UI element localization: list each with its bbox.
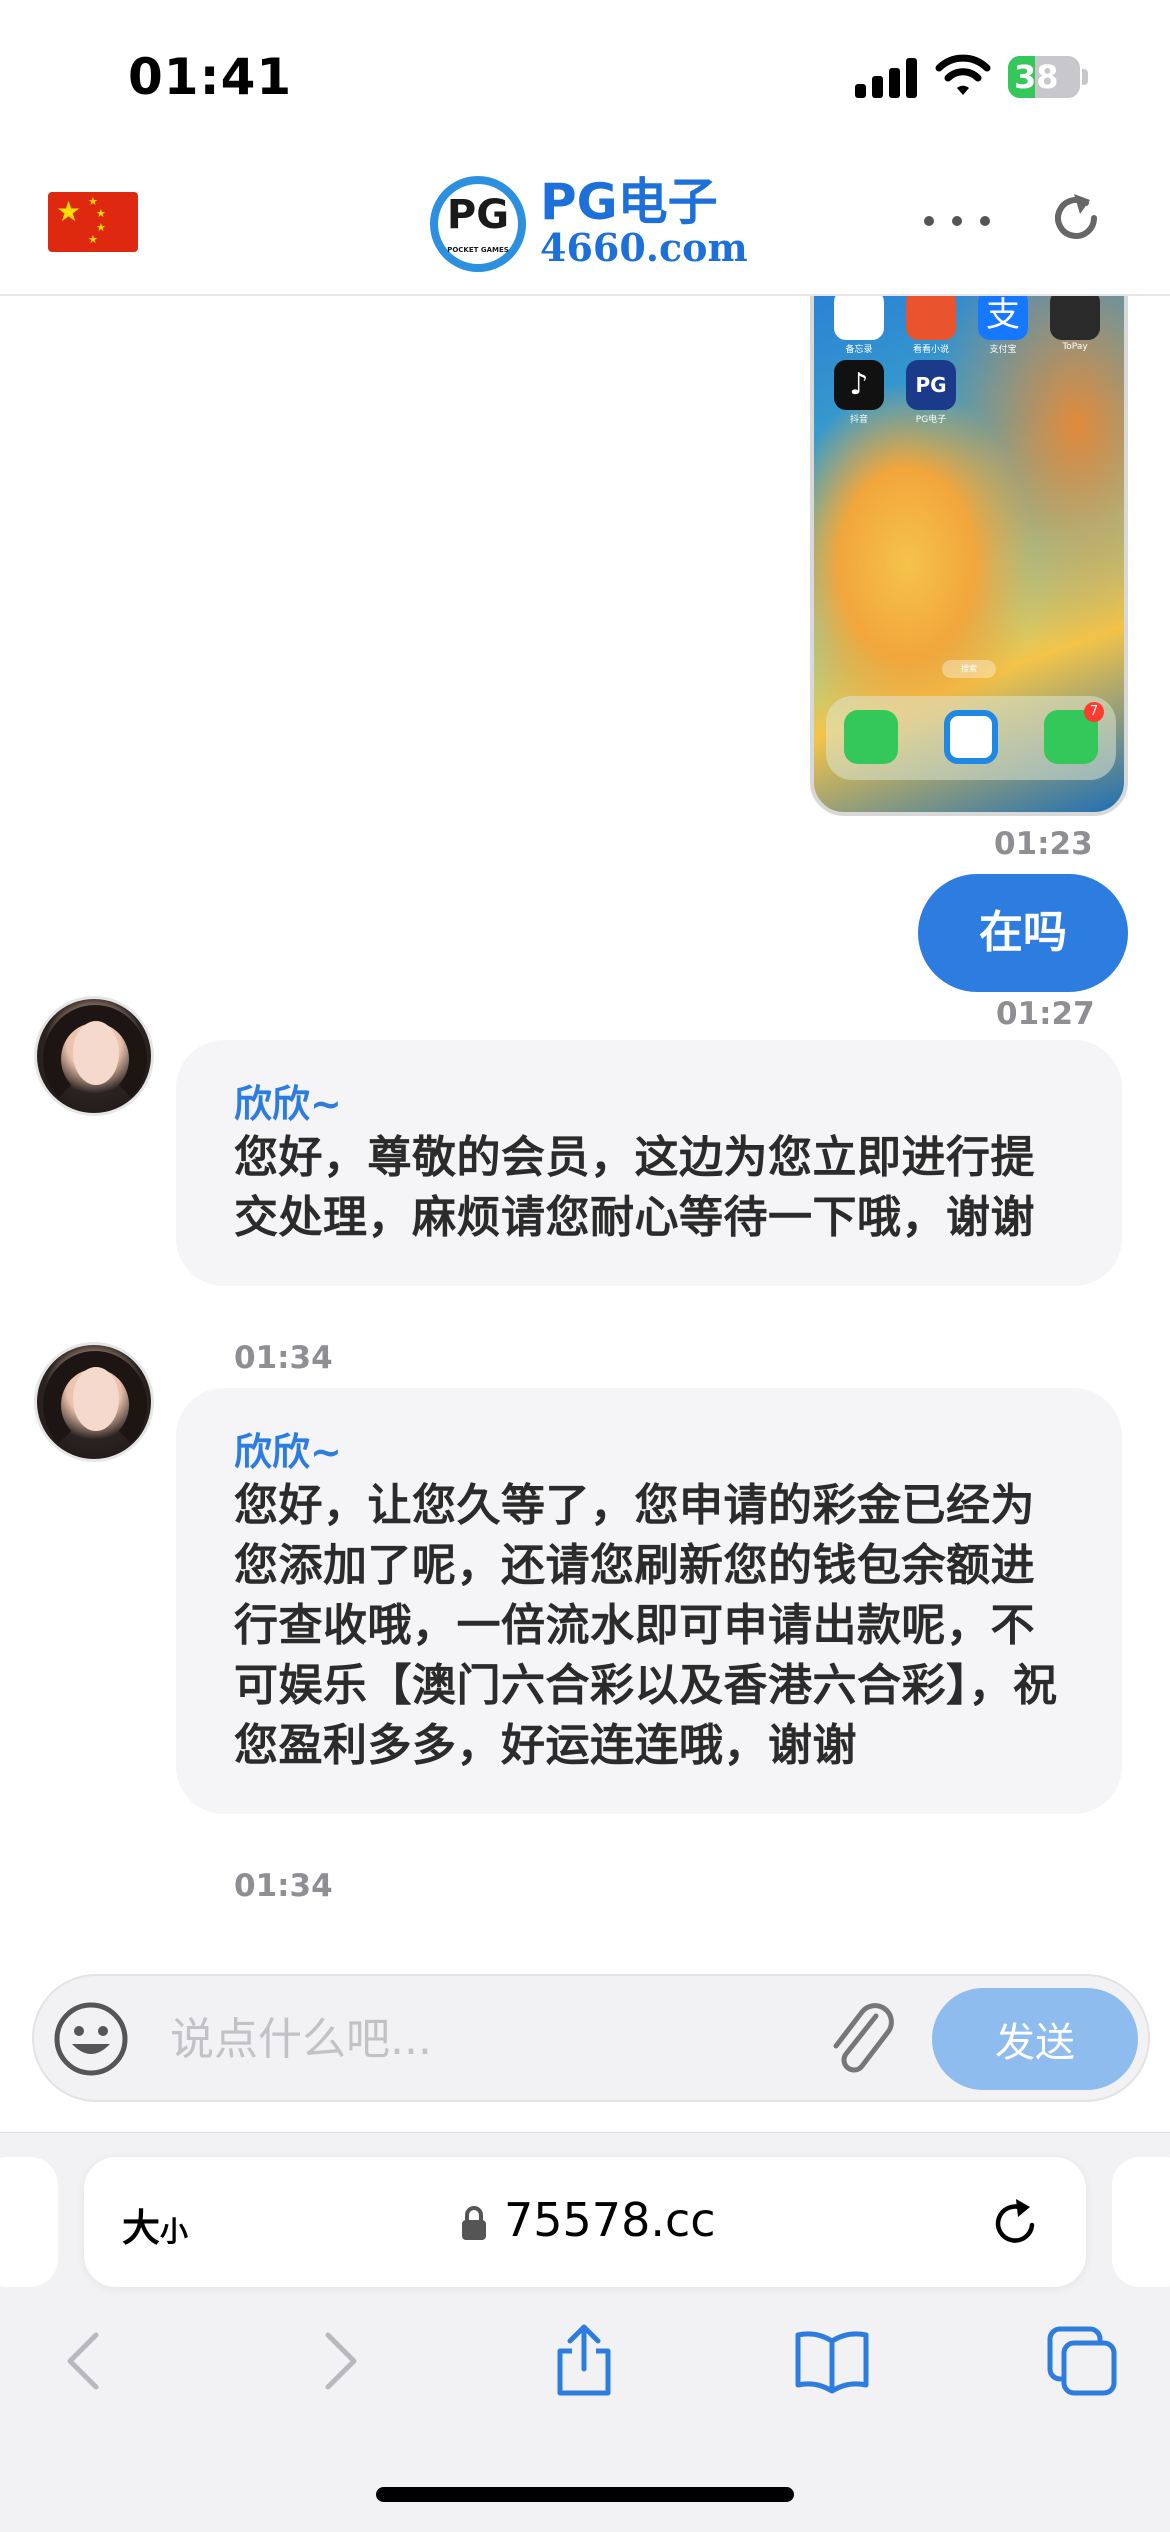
china-flag-icon[interactable]: ★ ★ ★ ★ ★ [48,192,138,252]
message-time: 01:34 [234,1340,333,1376]
cellular-signal-icon [855,58,917,98]
message-time: 01:23 [994,826,1093,862]
incoming-message-bubble[interactable]: 欣欣~ 您好，尊敬的会员，这边为您立即进行提交处理，麻烦请您耐心等待一下哦，谢谢 [176,1040,1122,1286]
page-settings-button[interactable]: 大小 [122,2197,188,2252]
dock: 7 [826,696,1116,780]
app-label-notes: 备忘录 [845,345,873,355]
send-button[interactable]: 发送 [932,1988,1138,2090]
status-time: 01:41 [128,48,293,106]
bookmarks-icon[interactable] [794,2323,870,2399]
agent-avatar[interactable] [34,1342,154,1462]
address-bar[interactable]: 大小 75578.cc [84,2157,1086,2287]
reload-icon[interactable] [988,2195,1044,2251]
message-time: 01:27 [996,996,1095,1032]
back-icon[interactable] [48,2323,124,2399]
aa-big: 大 [122,2206,161,2250]
battery-icon: 38 [1008,56,1088,98]
app-label-novel: 看看小说 [912,345,949,355]
status-bar: 01:41 38 [0,0,1170,150]
chat-messages[interactable]: 支 备忘录 看看小说 支付宝 ToPay ♪ PG 抖音 PG电子 搜索 7 0… [0,296,1170,1956]
app-label-topay: ToPay [1062,342,1088,352]
app-label-douyin: 抖音 [849,415,868,425]
share-icon[interactable] [546,2323,622,2399]
logo-badge-sub: POCKET GAMES [447,246,509,254]
refresh-icon[interactable] [1046,188,1106,248]
message-text: 您好，尊敬的会员，这边为您立即进行提交处理，麻烦请您耐心等待一下哦，谢谢 [234,1132,1035,1243]
sender-name: 欣欣~ [234,1430,342,1474]
emoji-icon[interactable] [52,2000,130,2078]
more-options-icon[interactable] [920,206,996,236]
aa-small: 小 [160,2215,189,2248]
logo-title: PG电子 [540,173,718,231]
home-search-pill: 搜索 [942,660,996,678]
app-label-pg: PG电子 [915,415,947,425]
home-indicator[interactable] [376,2487,794,2502]
incoming-message-bubble[interactable]: 欣欣~ 您好，让您久等了，您申请的彩金已经为您添加了呢，还请您刷新您的钱包余额进… [176,1388,1122,1814]
shared-screenshot-image[interactable]: 支 备忘录 看看小说 支付宝 ToPay ♪ PG 抖音 PG电子 搜索 7 [810,296,1128,816]
lock-icon [462,2206,486,2240]
previous-tab-peek[interactable] [0,2157,58,2287]
tabs-icon[interactable] [1044,2323,1120,2399]
message-time: 01:34 [234,1868,333,1904]
paperclip-icon[interactable] [822,1998,902,2080]
chat-header: ★ ★ ★ ★ ★ PG POCKET GAMES PG电子 4660.com [0,150,1170,296]
agent-avatar[interactable] [34,996,154,1116]
safari-bottom-bar: 大小 75578.cc [0,2132,1170,2532]
pg-logo-badge: PG POCKET GAMES [430,176,526,272]
pg-logo: PG POCKET GAMES PG电子 4660.com [430,172,748,272]
sender-name: 欣欣~ [234,1082,342,1126]
messages-badge: 7 [1084,702,1104,722]
message-text: 您好，让您久等了，您申请的彩金已经为您添加了呢，还请您刷新您的钱包余额进行查收哦… [234,1480,1058,1771]
next-tab-peek[interactable] [1112,2157,1170,2287]
logo-badge-text: PG [446,192,510,238]
forward-icon[interactable] [300,2323,376,2399]
message-input[interactable] [170,2002,810,2076]
message-composer: 发送 [32,1974,1150,2102]
outgoing-message-bubble[interactable]: 在吗 [918,874,1128,992]
url-text: 75578.cc [504,2193,716,2247]
app-label-alipay: 支付宝 [989,345,1017,355]
logo-url: 4660.com [540,225,748,270]
wifi-icon [935,54,991,95]
battery-percent: 38 [1014,58,1059,96]
